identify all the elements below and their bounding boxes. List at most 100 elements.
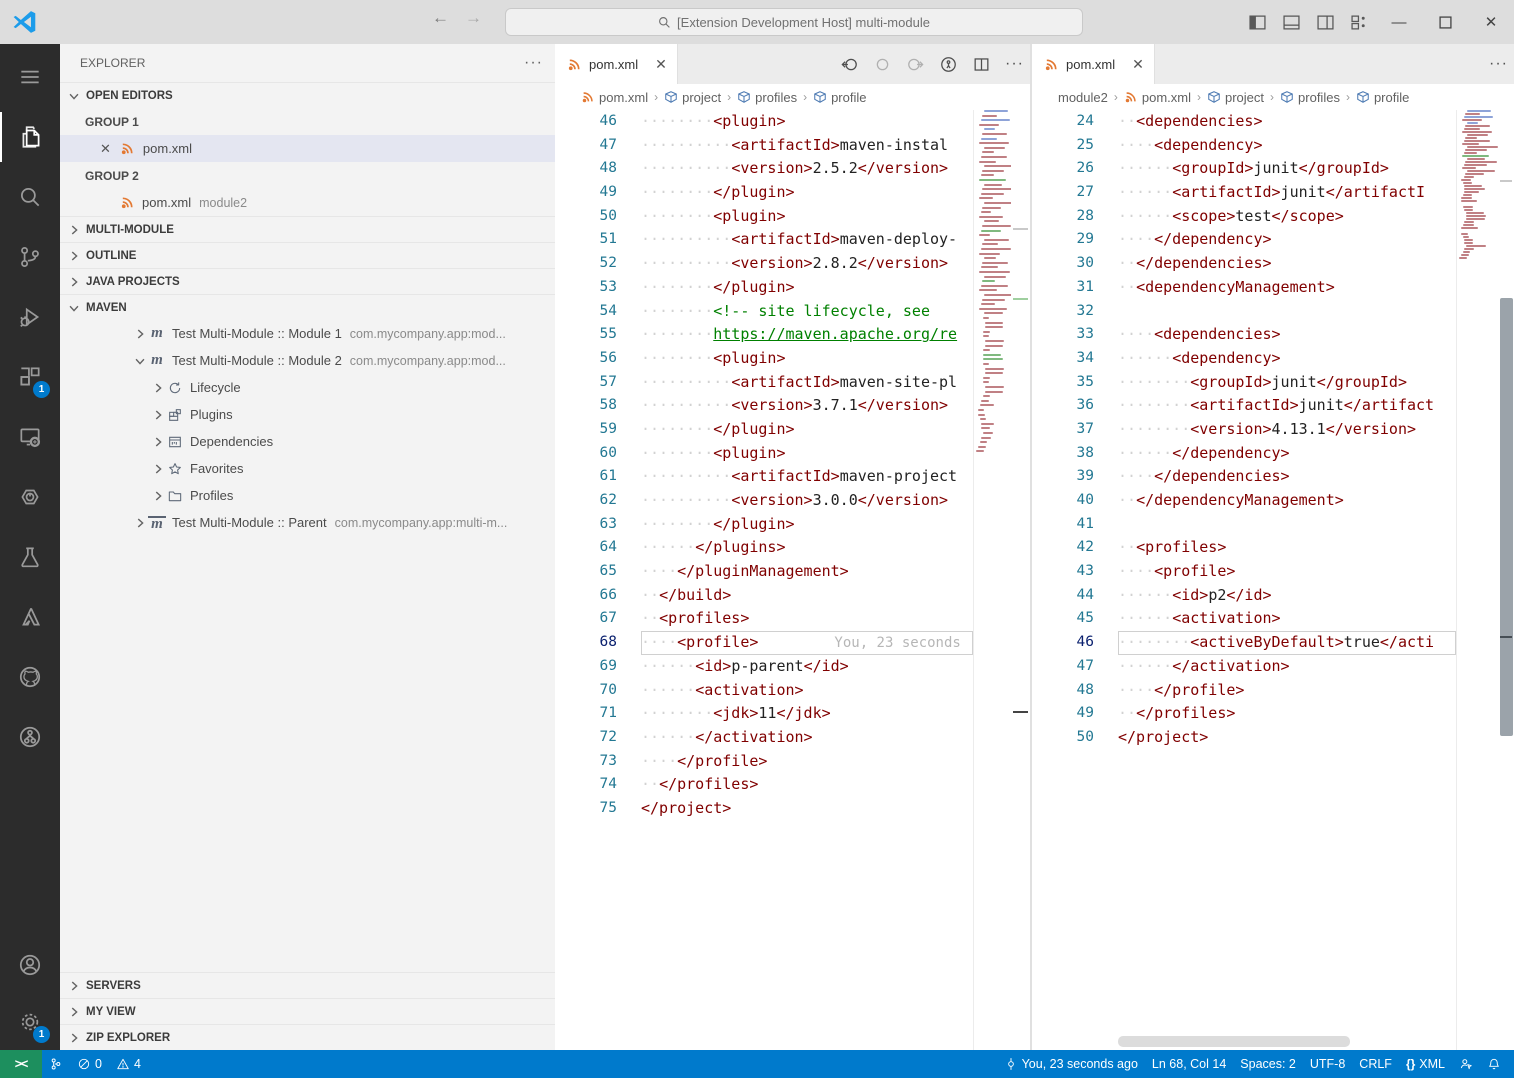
breadcrumb-item-pom.xml[interactable]: pom.xml — [1124, 90, 1191, 105]
line-number: 53 — [599, 278, 617, 295]
section-maven[interactable]: MAVEN — [60, 294, 555, 320]
breadcrumb-item-profiles[interactable]: profiles — [737, 90, 797, 105]
breadcrumb-item-project[interactable]: project — [664, 90, 721, 105]
close-icon[interactable]: ✕ — [100, 141, 111, 157]
more-actions-icon[interactable]: ··· — [1005, 55, 1024, 73]
section-zip-explorer[interactable]: ZIP EXPLORER — [60, 1024, 555, 1050]
goforward-icon[interactable] — [906, 55, 925, 74]
minimap[interactable] — [1456, 110, 1498, 1050]
warning-status[interactable]: 4 — [109, 1050, 148, 1078]
xml-file-icon — [581, 90, 595, 104]
line-content: ········<!-- site lifecycle, see — [641, 301, 930, 320]
code-editor[interactable]: 24 ··<dependencies> 25 ····<dependency> 26 ··… — [1032, 110, 1456, 1050]
line-number: 33 — [1076, 326, 1094, 343]
horizontal-scrollbar[interactable] — [1118, 1036, 1350, 1047]
goback-icon[interactable] — [840, 55, 859, 74]
line-number: 57 — [599, 373, 617, 390]
tab-pom.xml[interactable]: pom.xml ✕ — [555, 44, 678, 84]
warning-icon — [116, 1057, 130, 1071]
tree-item-dependencies[interactable]: Dependencies — [60, 428, 555, 455]
code-line-47: 47 ··········<artifactId>maven-instal — [555, 134, 973, 158]
account-icon[interactable] — [0, 940, 60, 990]
section-outline[interactable]: OUTLINE — [60, 242, 555, 268]
tree-item-favorites[interactable]: Favorites — [60, 455, 555, 482]
explorer-icon[interactable] — [0, 112, 60, 162]
xml-file-icon — [1124, 90, 1138, 104]
line-content: ··<dependencyManagement> — [1118, 277, 1335, 296]
eol[interactable]: CRLF — [1352, 1050, 1399, 1078]
line-number: 56 — [599, 349, 617, 366]
notifications[interactable] — [1480, 1050, 1508, 1078]
section-open-editors[interactable]: OPEN EDITORS — [60, 82, 555, 108]
settings-gear-icon[interactable]: 1 — [0, 997, 60, 1047]
sidebar-more-actions-icon[interactable]: ··· — [524, 54, 543, 72]
open-editor-pom.xml[interactable]: pom.xml module2 — [60, 189, 555, 216]
nav-back-icon[interactable]: ← — [432, 8, 449, 28]
breadcrumb-item-profiles[interactable]: profiles — [1280, 90, 1340, 105]
open-editor-pom.xml[interactable]: ✕ pom.xml — [60, 135, 555, 162]
gitlens-icon[interactable] — [0, 712, 60, 762]
source-control-icon[interactable] — [0, 232, 60, 282]
line-number: 42 — [1076, 539, 1094, 556]
code-line-47: 47 ······</activation> — [1032, 655, 1456, 679]
github-icon[interactable] — [0, 652, 60, 702]
more-actions-icon[interactable]: ··· — [1489, 55, 1508, 73]
tab-pom.xml[interactable]: pom.xml ✕ — [1032, 44, 1155, 84]
customize-layout-icon[interactable] — [1342, 7, 1376, 37]
breadcrumb-item-module2[interactable]: module2 — [1058, 90, 1108, 105]
close-icon[interactable]: ✕ — [655, 56, 667, 73]
breadcrumb-item-project[interactable]: project — [1207, 90, 1264, 105]
tree-item-test-multi-module-module-1[interactable]: m Test Multi-Module :: Module 1 com.mycomp… — [60, 320, 555, 347]
azure-icon[interactable] — [0, 592, 60, 642]
branch-status[interactable] — [42, 1050, 70, 1078]
overview-ruler[interactable] — [1011, 110, 1030, 1050]
line-content: ······<activation> — [641, 680, 804, 699]
encoding[interactable]: UTF-8 — [1303, 1050, 1352, 1078]
tree-item-lifecycle[interactable]: Lifecycle — [60, 374, 555, 401]
minimap[interactable] — [973, 110, 1016, 1050]
code-line-50: 50 ········<plugin> — [555, 205, 973, 229]
maximize-button[interactable] — [1422, 0, 1468, 44]
close-button[interactable]: ✕ — [1468, 0, 1514, 44]
tree-item-test-multi-module-module-2[interactable]: m Test Multi-Module :: Module 2 com.mycomp… — [60, 347, 555, 374]
toggle-primary-sidebar-icon[interactable] — [1240, 7, 1274, 37]
beaker-icon[interactable] — [0, 532, 60, 582]
tree-item-test-multi-module-parent[interactable]: m Test Multi-Module :: Parent com.mycompan… — [60, 509, 555, 536]
toggle-panel-icon[interactable] — [1274, 7, 1308, 37]
line-number: 50 — [599, 207, 617, 224]
language-mode[interactable]: {} XML — [1399, 1050, 1452, 1078]
remote-indicator[interactable]: >< — [0, 1050, 42, 1078]
breadcrumb-item-pom.xml[interactable]: pom.xml — [581, 90, 648, 105]
breadcrumb-item-profile[interactable]: profile — [813, 90, 867, 105]
indentation[interactable]: Spaces: 2 — [1233, 1050, 1303, 1078]
vertical-scrollbar[interactable] — [1500, 298, 1513, 736]
nav-circle-icon[interactable] — [873, 55, 892, 74]
split-editor-icon[interactable] — [972, 55, 991, 74]
section-multi-module[interactable]: MULTI-MODULE — [60, 216, 555, 242]
command-center-search[interactable]: [Extension Development Host] multi-modul… — [505, 8, 1083, 36]
breadcrumb-item-profile[interactable]: profile — [1356, 90, 1409, 105]
search-icon[interactable] — [0, 172, 60, 222]
extensions-icon[interactable]: 1 — [0, 352, 60, 402]
line-number: 49 — [1076, 705, 1094, 722]
line-number: 26 — [1076, 160, 1094, 177]
error-status[interactable]: 0 — [70, 1050, 109, 1078]
cursor-position[interactable]: Ln 68, Col 14 — [1145, 1050, 1233, 1078]
menu-icon[interactable] — [0, 52, 60, 102]
section-servers[interactable]: SERVERS — [60, 972, 555, 998]
section-my-view[interactable]: MY VIEW — [60, 998, 555, 1024]
run-debug-icon[interactable] — [0, 292, 60, 342]
tree-item-plugins[interactable]: Plugins — [60, 401, 555, 428]
file-history-icon[interactable] — [939, 55, 958, 74]
nav-forward-icon[interactable]: → — [465, 8, 482, 28]
close-icon[interactable]: ✕ — [1132, 56, 1144, 73]
tree-item-profiles[interactable]: Profiles — [60, 482, 555, 509]
remote-explorer-icon[interactable] — [0, 412, 60, 462]
code-editor[interactable]: 46 ········<plugin> 47 ··········<artifactI… — [555, 110, 973, 1050]
minimize-button[interactable]: — — [1376, 0, 1422, 44]
toggle-secondary-sidebar-icon[interactable] — [1308, 7, 1342, 37]
blame-status[interactable]: You, 23 seconds ago — [997, 1050, 1145, 1078]
feedback[interactable] — [1452, 1050, 1480, 1078]
power-icon[interactable] — [0, 472, 60, 522]
section-java-projects[interactable]: JAVA PROJECTS — [60, 268, 555, 294]
